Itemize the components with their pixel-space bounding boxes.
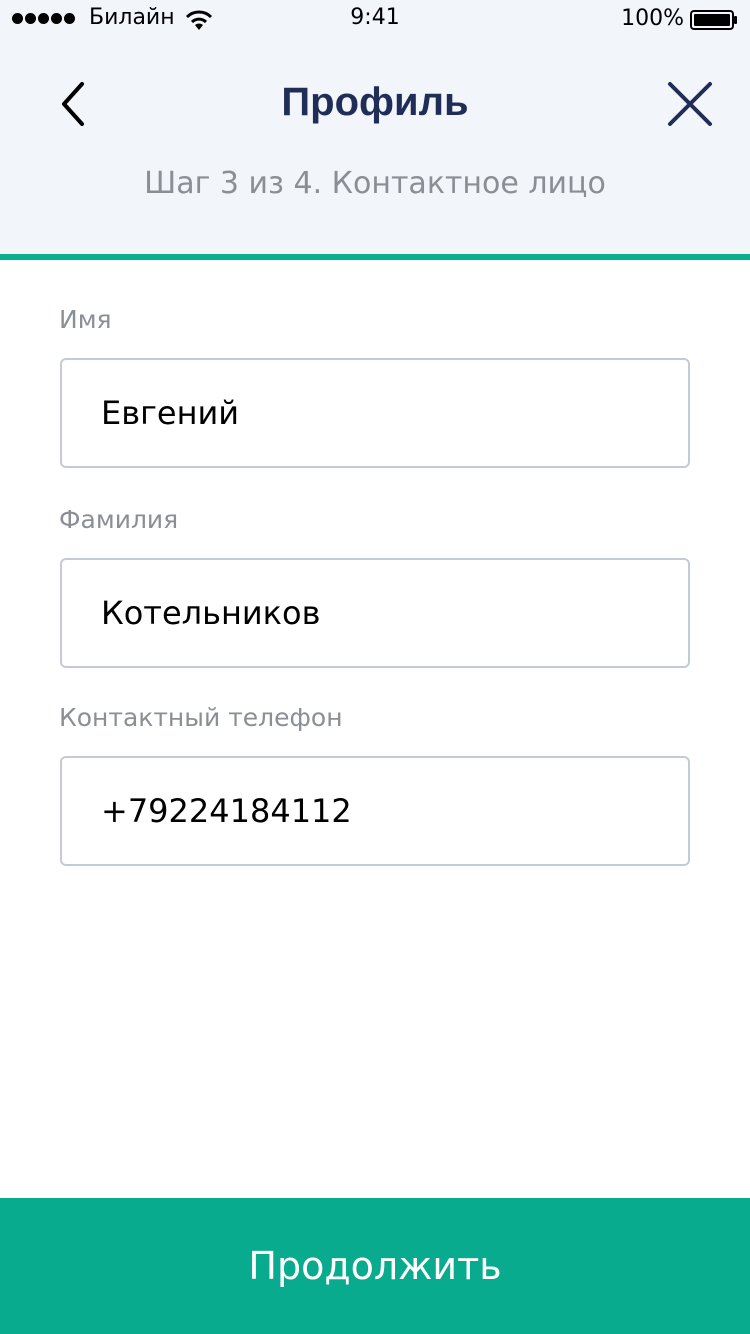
page-title: Профиль xyxy=(281,80,469,124)
progress-line xyxy=(0,254,750,260)
phone-field[interactable] xyxy=(60,756,690,866)
status-bar: Билайн 9:41 100% xyxy=(0,0,750,40)
close-icon xyxy=(668,82,712,126)
last-name-input[interactable] xyxy=(101,594,688,632)
first-name-label: Имя xyxy=(59,305,112,334)
first-name-field[interactable] xyxy=(60,358,690,468)
first-name-input[interactable] xyxy=(101,394,688,432)
last-name-label: Фамилия xyxy=(59,505,179,534)
phone-input[interactable] xyxy=(101,792,688,830)
continue-button[interactable]: Продолжить xyxy=(0,1198,750,1334)
battery-percentage: 100% xyxy=(621,6,684,31)
battery-icon xyxy=(690,10,737,30)
phone-label: Контактный телефон xyxy=(59,703,343,732)
step-subtitle: Шаг 3 из 4. Контактное лицо xyxy=(144,166,606,201)
close-button[interactable] xyxy=(660,74,720,134)
last-name-field[interactable] xyxy=(60,558,690,668)
